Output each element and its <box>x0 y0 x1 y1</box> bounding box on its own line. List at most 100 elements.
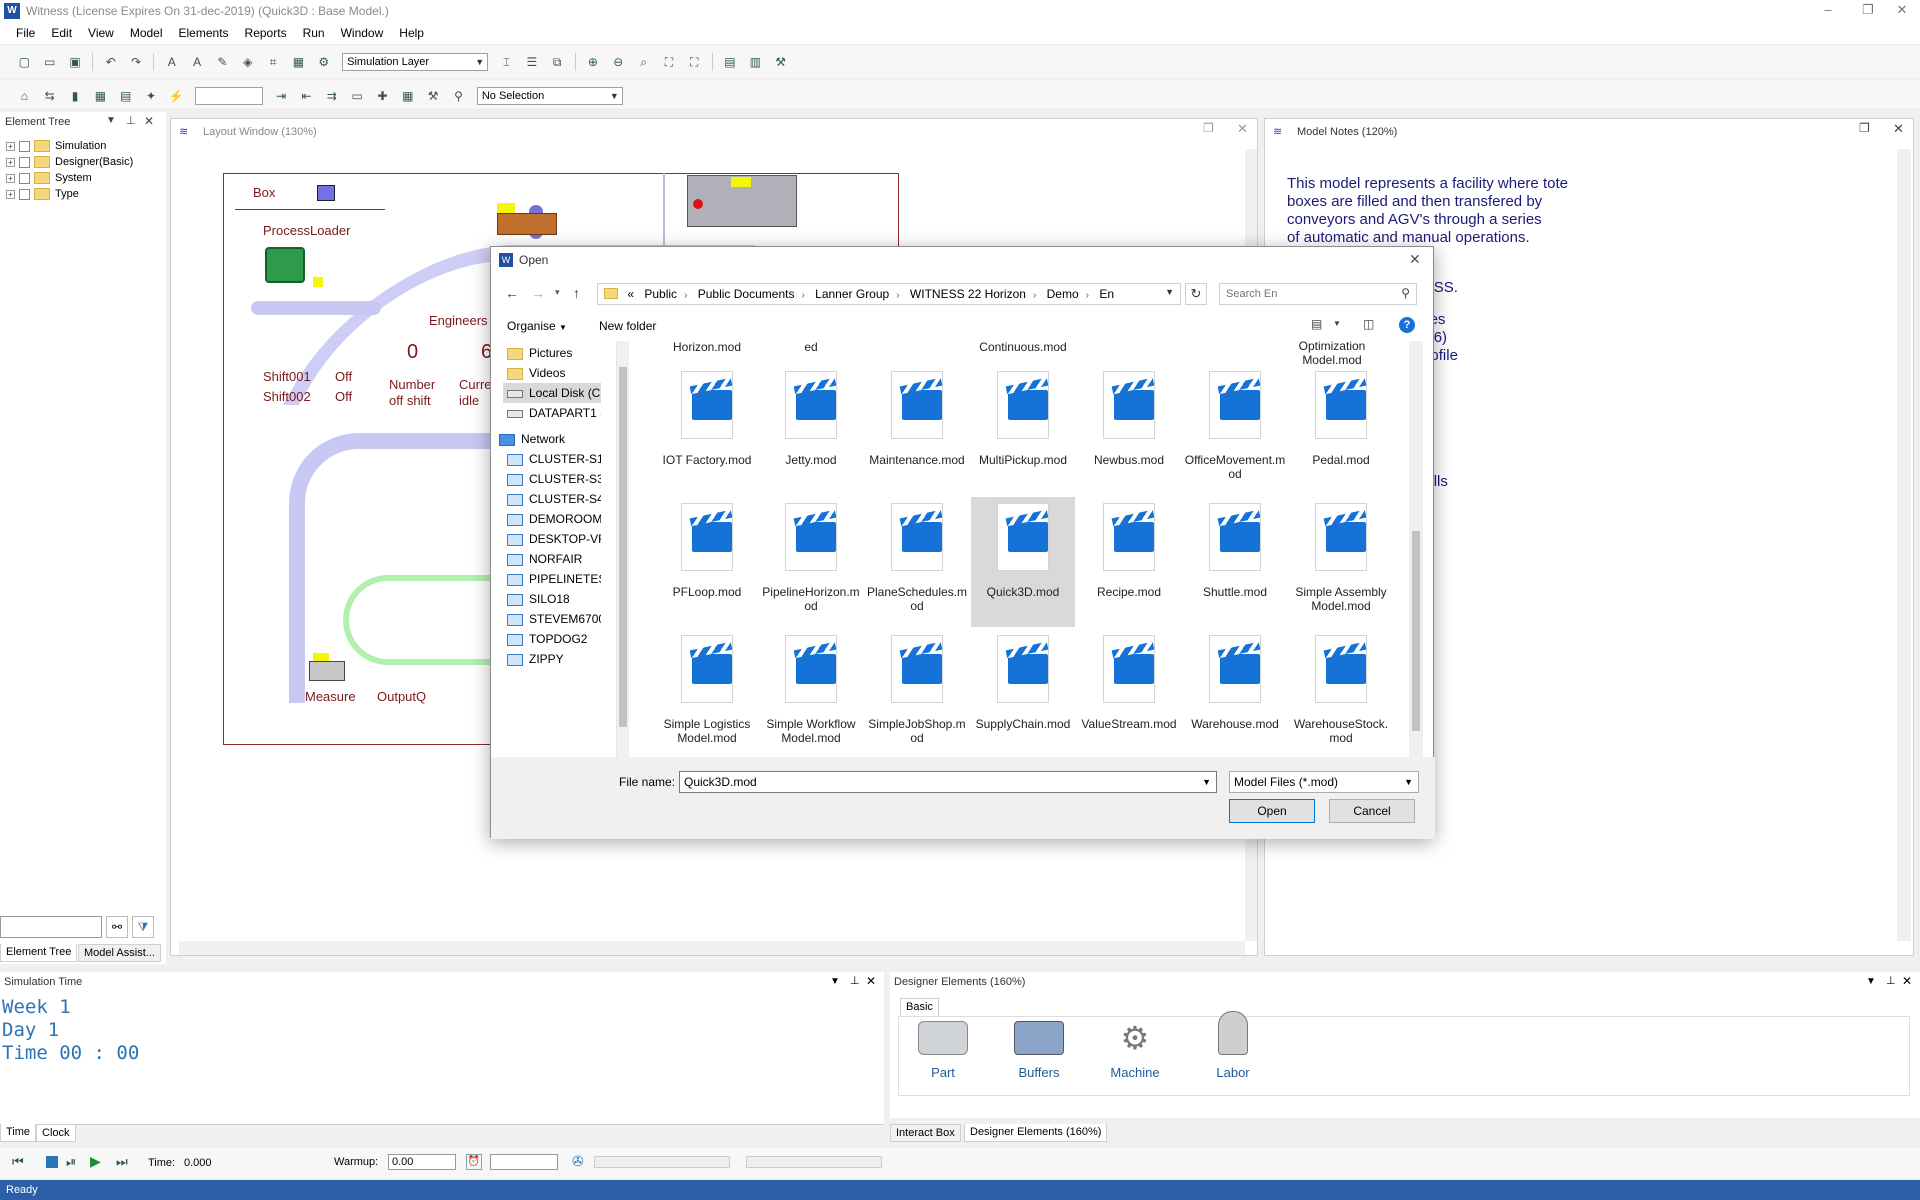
recent-locations-icon[interactable]: ▾ <box>555 287 560 298</box>
tree-view-icon[interactable]: ▦ <box>91 87 109 105</box>
list-view-icon[interactable]: ▤ <box>117 87 135 105</box>
tab-element-tree[interactable]: Element Tree <box>0 944 78 962</box>
run-icon[interactable]: ✦ <box>142 87 160 105</box>
flow-icon[interactable]: ⇉ <box>323 87 341 105</box>
tree-checkbox[interactable] <box>19 188 30 200</box>
process-loader-machine-icon[interactable] <box>265 247 305 283</box>
breadcrumb-lanner-group[interactable]: Lanner Group <box>815 284 896 304</box>
menu-help[interactable]: Help <box>391 22 432 40</box>
stop-icon[interactable] <box>46 1156 58 1168</box>
nav-item-datapart1-d[interactable]: DATAPART1 (D:) <box>507 403 601 423</box>
new-folder-button[interactable]: New folder <box>599 319 656 333</box>
chevron-right-icon[interactable]: › <box>1033 286 1043 306</box>
layer-icon[interactable]: ⌶ <box>498 53 516 71</box>
home-icon[interactable]: ⌂ <box>15 87 33 105</box>
grid-icon[interactable]: ▦ <box>289 53 307 71</box>
measure-machine-icon[interactable] <box>309 661 345 681</box>
conveyor-segment[interactable] <box>251 301 381 315</box>
open-button[interactable]: Open <box>1229 799 1315 823</box>
file-item[interactable]: PFLoop.mod <box>655 497 759 627</box>
element-name-input[interactable] <box>194 87 263 105</box>
partial-file-label[interactable]: Horizon.mod <box>655 341 759 353</box>
expand-icon[interactable]: + <box>6 189 15 199</box>
machine-icon[interactable] <box>497 213 557 235</box>
menu-model[interactable]: Model <box>122 22 171 40</box>
menu-file[interactable]: File <box>0 22 43 40</box>
group-icon[interactable]: ⧉ <box>548 53 566 71</box>
breadcrumb-public[interactable]: Public <box>644 284 684 304</box>
file-item[interactable]: Warehouse.mod <box>1183 629 1287 757</box>
nav-item-videos[interactable]: Videos <box>507 363 601 383</box>
zoom-area-icon[interactable]: ⛶ <box>660 53 678 71</box>
breadcrumb-overflow[interactable]: « <box>627 284 641 304</box>
tab-interact-box[interactable]: Interact Box <box>890 1124 961 1142</box>
tree-item-system[interactable]: + System <box>6 170 164 186</box>
back-icon[interactable]: ← <box>505 285 519 301</box>
tree-checkbox[interactable] <box>19 172 30 184</box>
pin-icon[interactable]: ⊥ <box>850 974 860 987</box>
file-item[interactable]: Quick3D.mod <box>971 497 1075 627</box>
layout-horizontal-scrollbar[interactable] <box>179 941 1245 955</box>
warmup-input[interactable]: 0.00 <box>388 1154 456 1170</box>
nav-scroll-thumb[interactable] <box>619 367 627 727</box>
expand-icon[interactable]: + <box>6 173 15 183</box>
end-time-input[interactable] <box>490 1154 558 1170</box>
panel-dropdown-icon[interactable]: ▼ <box>106 115 116 126</box>
pointer-icon[interactable]: ▮ <box>66 87 84 105</box>
designer-item-buffers[interactable]: Buffers <box>999 1021 1079 1080</box>
chevron-right-icon[interactable]: › <box>1086 286 1096 306</box>
file-item[interactable]: PipelineHorizon.mod <box>759 497 863 627</box>
wrench-icon[interactable]: ⚒ <box>424 87 442 105</box>
nav-item-desktop-vrtnk[interactable]: DESKTOP-VRTNK <box>507 529 601 549</box>
align-icon[interactable]: ☰ <box>523 53 541 71</box>
file-name-dropdown-icon[interactable]: ▼ <box>1202 772 1211 792</box>
binoculars-icon[interactable]: ⚯ <box>106 916 128 938</box>
nav-item-silo18[interactable]: SILO18 <box>507 589 601 609</box>
file-item[interactable]: ValueStream.mod <box>1077 629 1181 757</box>
file-item[interactable]: Recipe.mod <box>1077 497 1181 627</box>
tab-basic[interactable]: Basic <box>900 998 939 1016</box>
pin-icon[interactable]: ⊥ <box>1886 974 1896 987</box>
dialog-close-icon[interactable]: ✕ <box>1409 251 1421 268</box>
organise-menu[interactable]: Organise ▼ <box>507 319 567 333</box>
nav-item-demoroom-pc[interactable]: DEMOROOM-PC <box>507 509 601 529</box>
zoom-in-icon[interactable]: ⊕ <box>584 53 602 71</box>
tools-icon[interactable]: ⚒ <box>772 53 790 71</box>
tree-item-simulation[interactable]: + Simulation <box>6 138 164 154</box>
help-icon[interactable]: ? <box>1399 317 1415 333</box>
key-icon[interactable]: ⚲ <box>450 87 468 105</box>
expand-icon[interactable]: + <box>6 141 15 151</box>
line-color-icon[interactable]: ✎ <box>213 53 231 71</box>
refresh-icon[interactable]: ↻ <box>1185 283 1207 305</box>
breadcrumb-demo[interactable]: Demo <box>1047 284 1086 304</box>
layout-maximize-icon[interactable]: ❐ <box>1203 121 1214 135</box>
panel-close-icon[interactable]: ✕ <box>144 114 154 128</box>
step-icon[interactable]: ⏯ <box>66 1154 76 1170</box>
fast-forward-icon[interactable]: ⏭ <box>116 1154 128 1170</box>
panel-dropdown-icon[interactable]: ▼ <box>1866 976 1876 987</box>
nav-item-local-disk-c[interactable]: Local Disk (C:) <box>503 383 601 403</box>
file-item[interactable]: SupplyChain.mod <box>971 629 1075 757</box>
nav-item-norfair[interactable]: NORFAIR <box>507 549 601 569</box>
walker-icon[interactable]: ✇ <box>572 1153 584 1170</box>
forward-icon[interactable]: → <box>531 285 545 301</box>
layout-close-icon[interactable]: ✕ <box>1237 121 1248 137</box>
text-color-icon[interactable]: A <box>188 53 206 71</box>
file-item[interactable]: Shuttle.mod <box>1183 497 1287 627</box>
menu-edit[interactable]: Edit <box>43 22 80 40</box>
tab-clock[interactable]: Clock <box>36 1124 76 1142</box>
font-icon[interactable]: A <box>163 53 181 71</box>
breadcrumb-witness[interactable]: WITNESS 22 Horizon <box>910 284 1033 304</box>
zoom-out-icon[interactable]: ⊖ <box>609 53 627 71</box>
designer-item-part[interactable]: Part <box>903 1021 983 1080</box>
file-type-select[interactable]: Model Files (*.mod) ▼ <box>1229 771 1419 793</box>
play-icon[interactable]: ▶ <box>90 1153 101 1170</box>
search-input[interactable] <box>1224 286 1390 302</box>
chart-icon[interactable]: ▥ <box>746 53 764 71</box>
close-window-button[interactable]: ✕ <box>1882 2 1920 20</box>
nav-item-cluster-s3[interactable]: CLUSTER-S3 <box>507 469 601 489</box>
file-item[interactable]: WarehouseStock.mod <box>1289 629 1393 757</box>
step-out-icon[interactable]: ⇤ <box>297 87 315 105</box>
tab-time[interactable]: Time <box>0 1124 37 1142</box>
nav-item-zippy[interactable]: ZIPPY <box>507 649 601 669</box>
